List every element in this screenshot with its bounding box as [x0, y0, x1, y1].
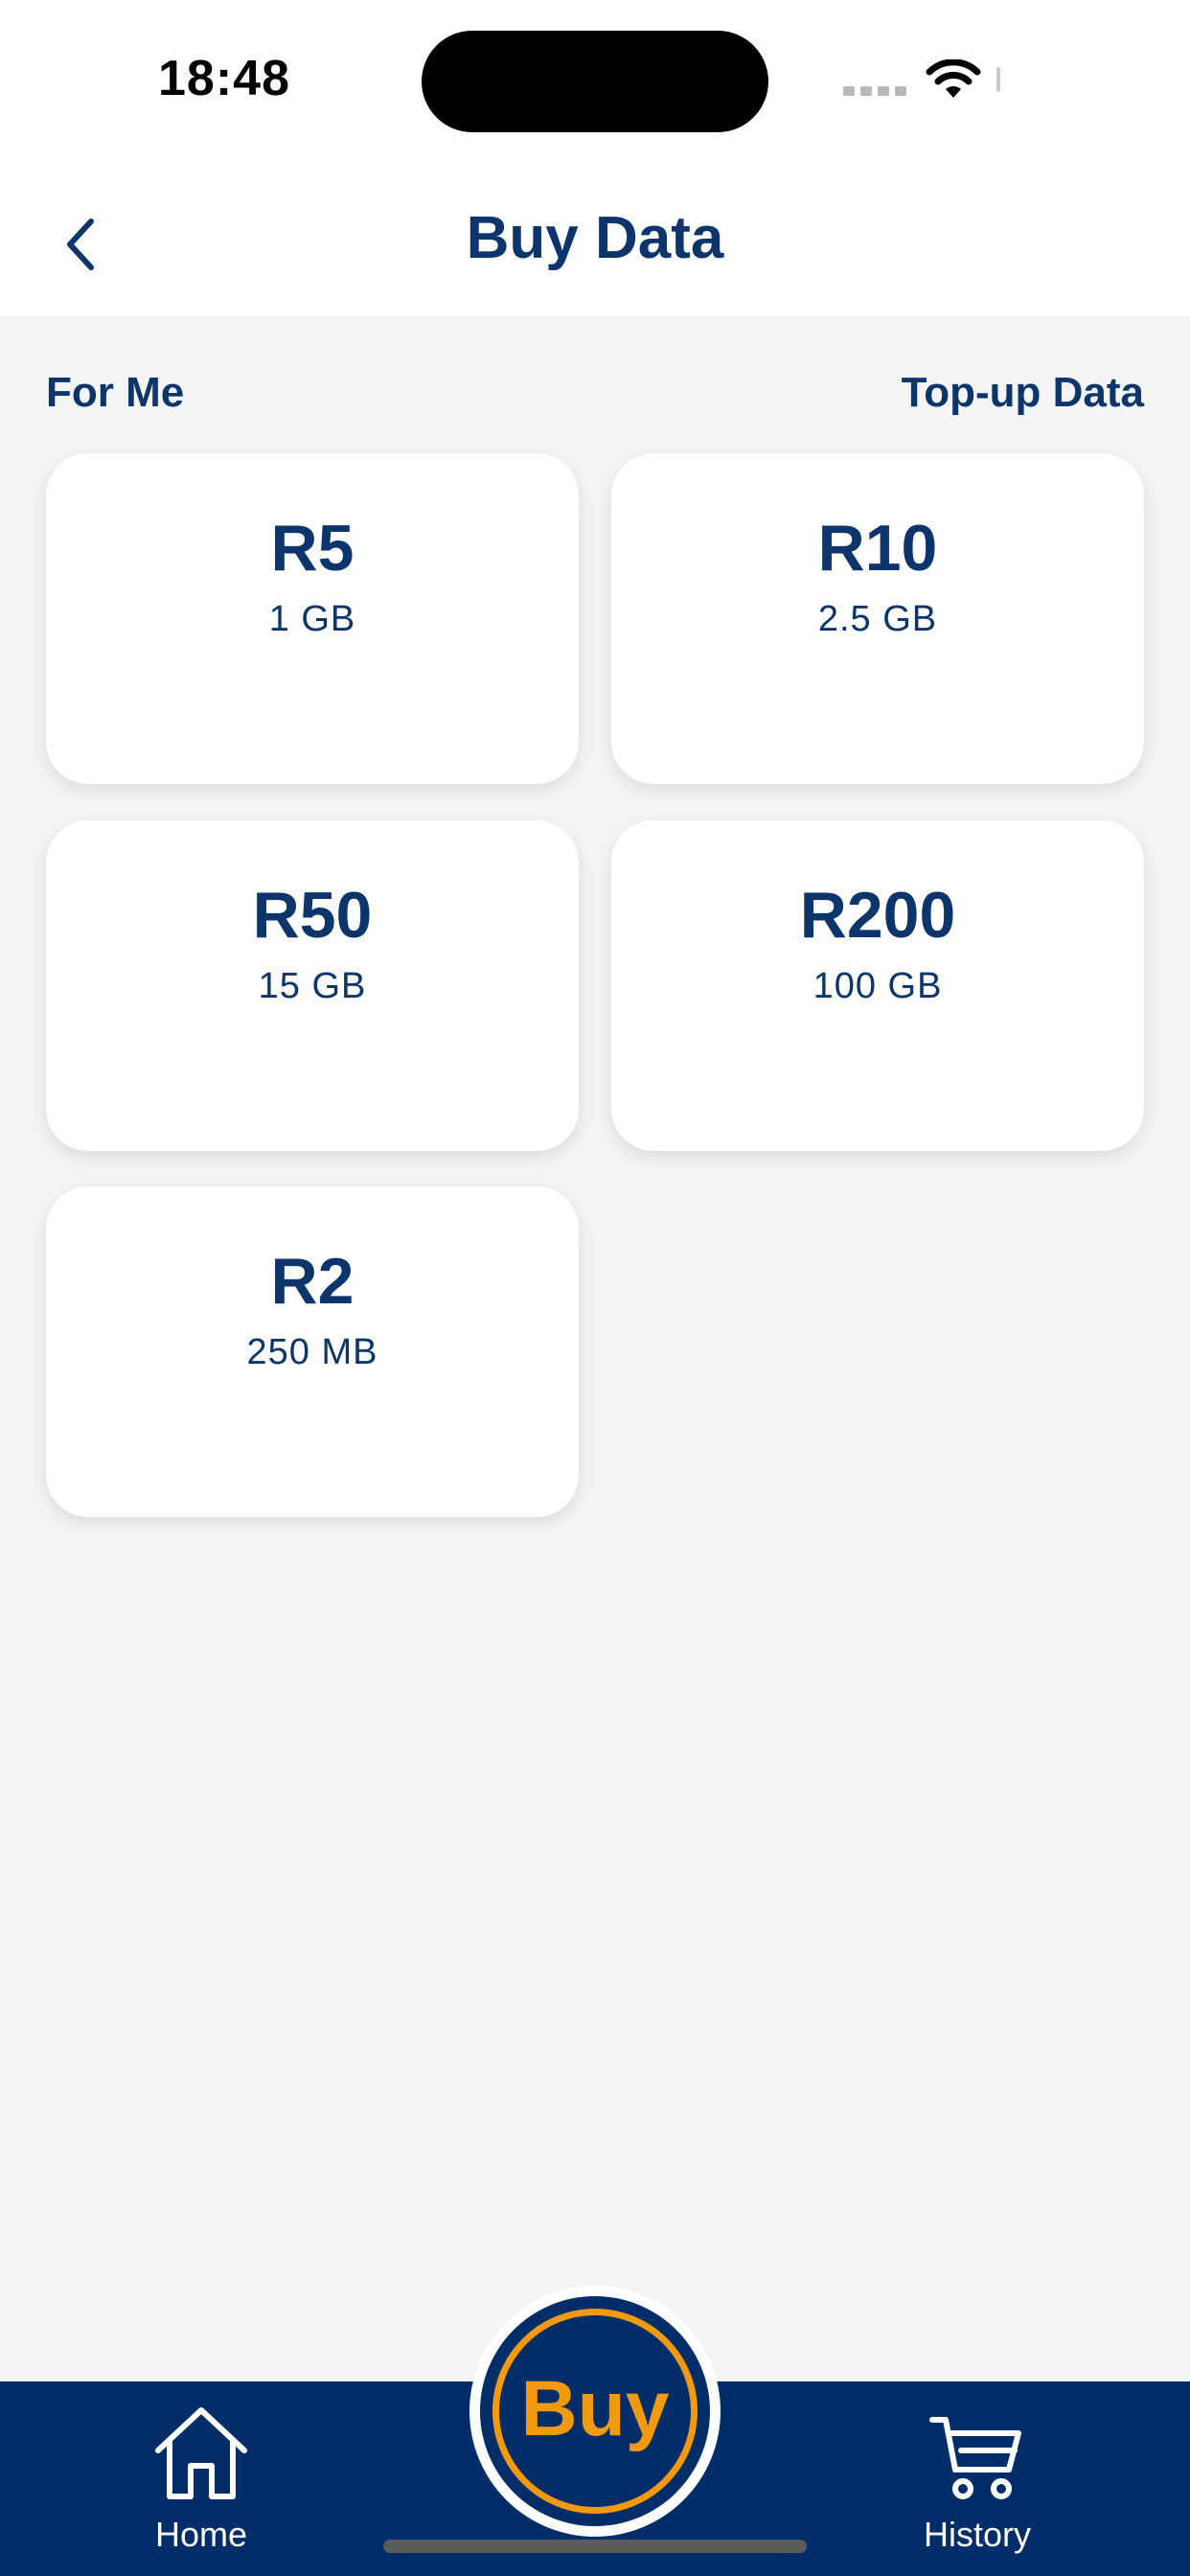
battery-icon	[996, 67, 1000, 92]
wifi-icon	[926, 59, 981, 98]
page-title: Buy Data	[466, 205, 724, 271]
bundle-card[interactable]: R5 1 GB	[46, 453, 579, 784]
bundle-price: R200	[799, 879, 956, 952]
home-icon	[155, 2407, 247, 2499]
bundle-card[interactable]: R2 250 MB	[46, 1186, 579, 1517]
buy-button-label: Buy	[520, 2365, 670, 2452]
bundle-card[interactable]: R50 15 GB	[46, 820, 579, 1151]
dynamic-island	[422, 31, 768, 132]
bundle-volume: 250 MB	[246, 1332, 378, 1372]
for-me-label: For Me	[46, 369, 185, 416]
bundle-volume: 2.5 GB	[817, 599, 938, 639]
section-header: For Me Top-up Data	[46, 364, 1144, 422]
status-time: 18:48	[158, 51, 290, 106]
home-indicator	[383, 2540, 807, 2553]
app-header: Buy Data	[0, 158, 1190, 316]
bundle-price: R50	[252, 879, 373, 952]
bundle-volume: 1 GB	[268, 599, 356, 639]
tab-home-label: Home	[154, 2515, 248, 2554]
cart-icon	[929, 2417, 1021, 2499]
bundle-price: R2	[270, 1245, 355, 1318]
cellular-signal-icon	[843, 86, 906, 96]
bundle-price: R5	[270, 512, 355, 585]
tab-home[interactable]: Home	[96, 2401, 307, 2555]
bundle-card[interactable]: R200 100 GB	[611, 820, 1144, 1151]
buy-button[interactable]: Buy	[469, 2286, 721, 2537]
bundle-price: R10	[817, 512, 938, 585]
bundle-volume: 100 GB	[812, 966, 943, 1006]
status-bar: 18:48	[0, 0, 1190, 158]
bundle-card[interactable]: R10 2.5 GB	[611, 453, 1144, 784]
tab-history[interactable]: History	[872, 2401, 1083, 2555]
tab-history-label: History	[923, 2515, 1031, 2554]
top-up-data-label: Top-up Data	[901, 369, 1144, 416]
bundle-volume: 15 GB	[258, 966, 367, 1006]
